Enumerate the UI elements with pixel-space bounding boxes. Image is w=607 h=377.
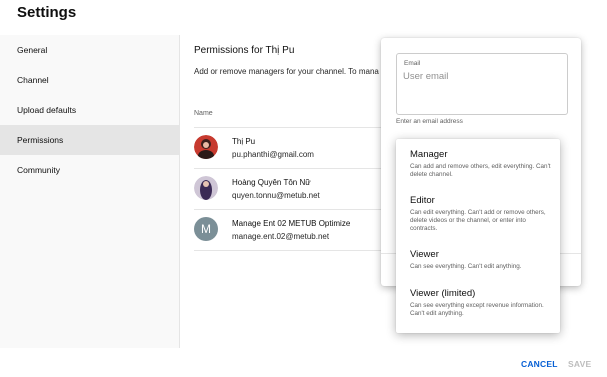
table-divider [194, 127, 394, 128]
save-button[interactable]: SAVE [568, 359, 591, 369]
role-title: Manager [410, 149, 448, 160]
member-email: manage.ent.02@metub.net [232, 232, 330, 241]
table-divider [194, 209, 394, 210]
role-option-viewer-limited[interactable]: Viewer (limited) Can see everything exce… [396, 288, 560, 334]
member-email: quyen.tonnu@metub.net [232, 191, 320, 200]
email-hint: Enter an email address [396, 118, 463, 125]
role-description: Can edit everything. Can't add or remove… [410, 209, 546, 232]
table-divider [194, 250, 394, 251]
avatar-photo-icon [194, 176, 218, 200]
role-option-manager[interactable]: Manager Can add and remove others, edit … [396, 149, 560, 195]
email-field[interactable]: Email [396, 53, 568, 115]
avatar [194, 135, 218, 159]
sidebar-item-channel[interactable]: Channel [0, 65, 180, 95]
avatar-photo-icon [194, 135, 218, 159]
cancel-button[interactable]: CANCEL [521, 359, 558, 369]
member-name: Hoàng Quyên Tôn Nữ [232, 178, 311, 187]
permissions-description: Add or remove managers for your channel.… [194, 67, 379, 76]
role-description: Can see everything except revenue inform… [410, 302, 544, 317]
avatar [194, 176, 218, 200]
role-title: Viewer [410, 249, 439, 260]
role-title: Viewer (limited) [410, 288, 476, 299]
role-description: Can see everything. Can't edit anything. [410, 263, 522, 270]
table-divider [194, 168, 394, 169]
sidebar-item-general[interactable]: General [0, 35, 180, 65]
page-title: Settings [17, 4, 77, 21]
permissions-title: Permissions for Thị Pu [194, 45, 295, 56]
settings-header: Settings [0, 0, 607, 24]
member-name: Manage Ent 02 METUB Optimize [232, 219, 351, 228]
role-description: Can add and remove others, edit everythi… [410, 163, 551, 178]
role-option-editor[interactable]: Editor Can edit everything. Can't add or… [396, 195, 560, 241]
column-header-name: Name [194, 110, 213, 117]
email-input[interactable] [403, 71, 563, 82]
role-title: Editor [410, 195, 435, 206]
avatar-letter: M [194, 217, 218, 241]
member-email: pu.phanthi@gmail.com [232, 150, 314, 159]
sidebar-item-upload-defaults[interactable]: Upload defaults [0, 95, 180, 125]
member-name: Thị Pu [232, 137, 256, 146]
avatar: M [194, 217, 218, 241]
settings-sidebar: General Channel Upload defaults Permissi… [0, 35, 180, 348]
email-label: Email [404, 60, 421, 67]
dialog-footer: CANCEL SAVE [0, 350, 607, 377]
role-dropdown-menu: Manager Can add and remove others, edit … [396, 139, 560, 333]
sidebar-item-permissions[interactable]: Permissions [0, 125, 180, 155]
sidebar-item-community[interactable]: Community [0, 155, 180, 185]
